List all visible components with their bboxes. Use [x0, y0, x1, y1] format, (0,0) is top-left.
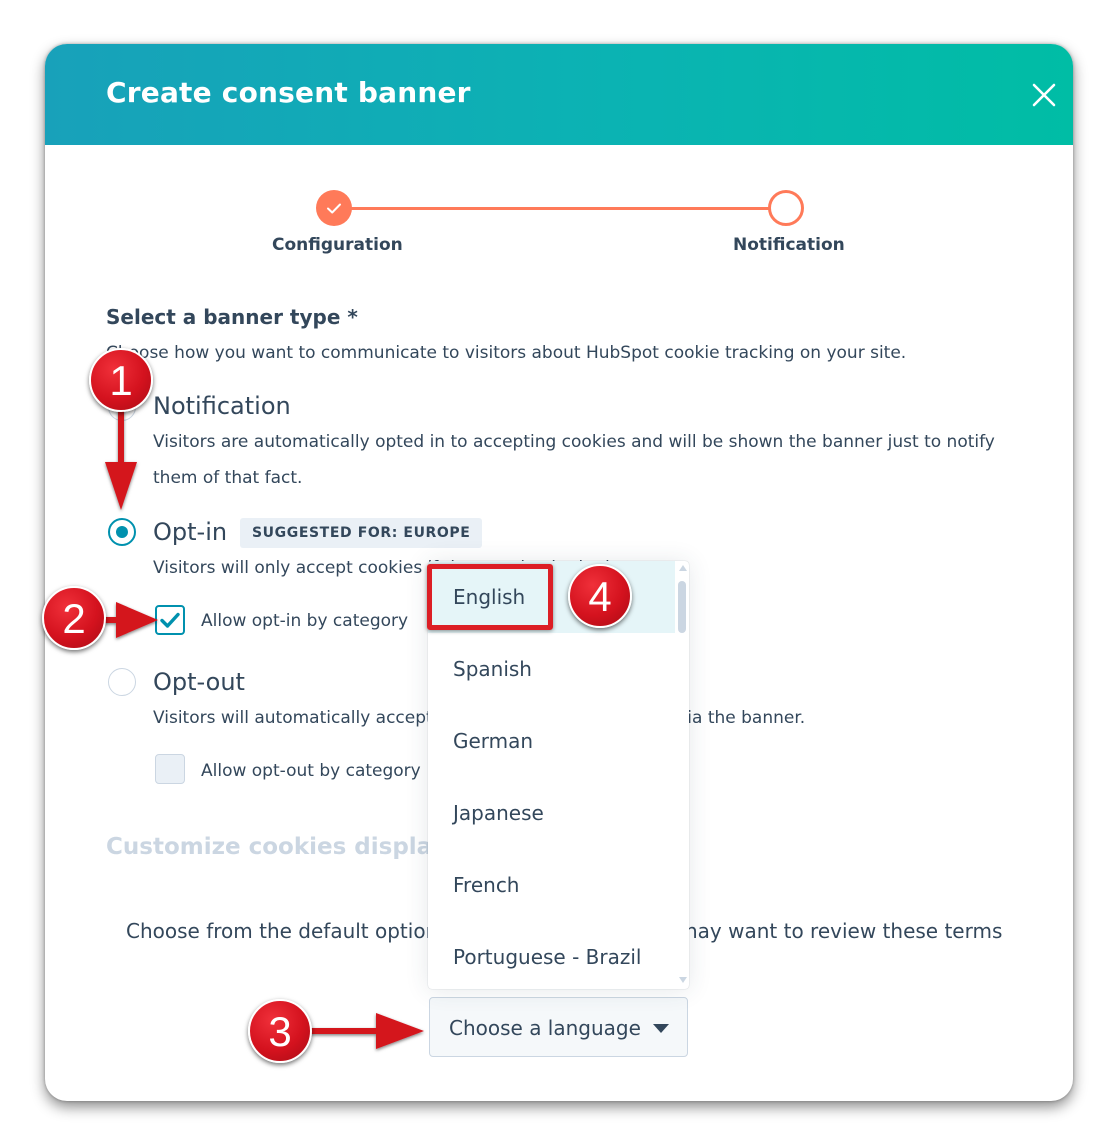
arrow-icon: [308, 1013, 424, 1049]
arrow-icon: [104, 602, 158, 638]
arrow-icon: [105, 408, 137, 510]
annotation-number: 3: [268, 1008, 292, 1055]
annotation-number: 2: [62, 595, 86, 642]
annotation-marker-4: 4: [568, 564, 632, 628]
annotation-number: 1: [109, 357, 133, 404]
annotation-arrows: [104, 408, 424, 1049]
highlight-box-english: [427, 564, 553, 630]
annotation-number: 4: [588, 573, 612, 620]
annotation-marker-1: 1: [89, 348, 153, 412]
annotation-marker-2: 2: [42, 586, 106, 650]
annotation-marker-3: 3: [248, 999, 312, 1063]
